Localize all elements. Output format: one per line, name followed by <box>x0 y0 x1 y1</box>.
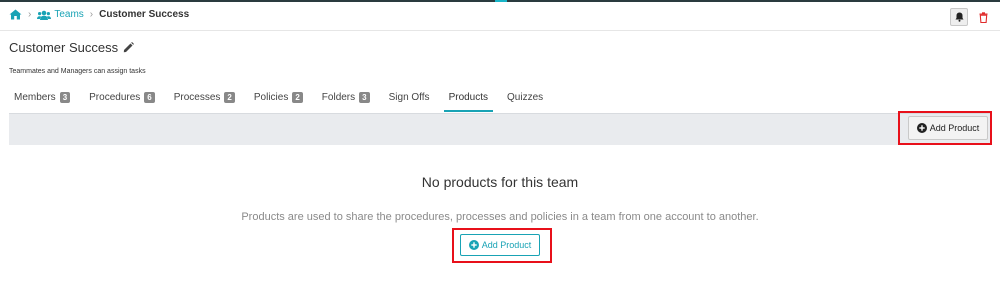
tab-label: Processes <box>173 92 221 103</box>
team-title-row: Customer Success <box>9 40 135 55</box>
tab-label: Folders <box>321 92 356 103</box>
breadcrumb-separator: › <box>28 9 32 20</box>
breadcrumb-separator: › <box>89 9 94 20</box>
header: › Teams › Customer Success <box>0 2 1000 31</box>
home-icon[interactable] <box>9 9 22 20</box>
breadcrumb-teams-link[interactable]: Teams <box>54 9 83 20</box>
breadcrumb: › Teams › Customer Success <box>9 9 189 20</box>
tab-count-badge: 3 <box>59 92 71 103</box>
trash-icon <box>979 11 988 23</box>
highlight-box <box>452 228 552 263</box>
tab-folders[interactable]: Folders 3 <box>317 92 375 112</box>
breadcrumb-current: Customer Success <box>99 9 190 20</box>
tab-count-badge: 2 <box>292 92 303 103</box>
tab-sign-offs[interactable]: Sign Offs <box>384 92 435 112</box>
team-description: Teammates and Managers can assign tasks <box>9 68 146 75</box>
tab-policies[interactable]: Policies 2 <box>249 92 308 112</box>
empty-state-title: No products for this team <box>421 174 579 190</box>
tab-count-badge: 6 <box>144 92 155 103</box>
products-toolbar <box>9 113 992 145</box>
tab-label: Policies <box>253 92 289 103</box>
tab-procedures[interactable]: Procedures 6 <box>84 92 160 112</box>
notifications-button[interactable] <box>950 8 968 26</box>
tab-processes[interactable]: Processes 2 <box>169 92 240 112</box>
page-title: Customer Success <box>9 40 119 55</box>
tab-products[interactable]: Products <box>443 92 494 112</box>
tab-label: Sign Offs <box>388 92 430 103</box>
tab-label: Members <box>14 92 56 103</box>
tab-count-badge: 3 <box>359 92 370 103</box>
pencil-icon[interactable] <box>123 42 135 53</box>
tab-label: Products <box>448 92 489 103</box>
tab-bar: Members 3 Procedures 6 Processes 2 Policies… <box>9 92 557 112</box>
tab-count-badge: 2 <box>224 92 235 103</box>
empty-state-description: Products are used to share the procedure… <box>241 211 759 223</box>
bell-icon <box>955 12 964 22</box>
highlight-box <box>898 111 992 145</box>
delete-team-button[interactable] <box>976 9 990 25</box>
tab-members[interactable]: Members 3 <box>9 92 75 112</box>
tab-label: Procedures <box>89 92 141 103</box>
users-icon <box>37 10 52 20</box>
tab-quizzes[interactable]: Quizzes <box>502 92 548 112</box>
tab-label: Quizzes <box>507 92 544 103</box>
